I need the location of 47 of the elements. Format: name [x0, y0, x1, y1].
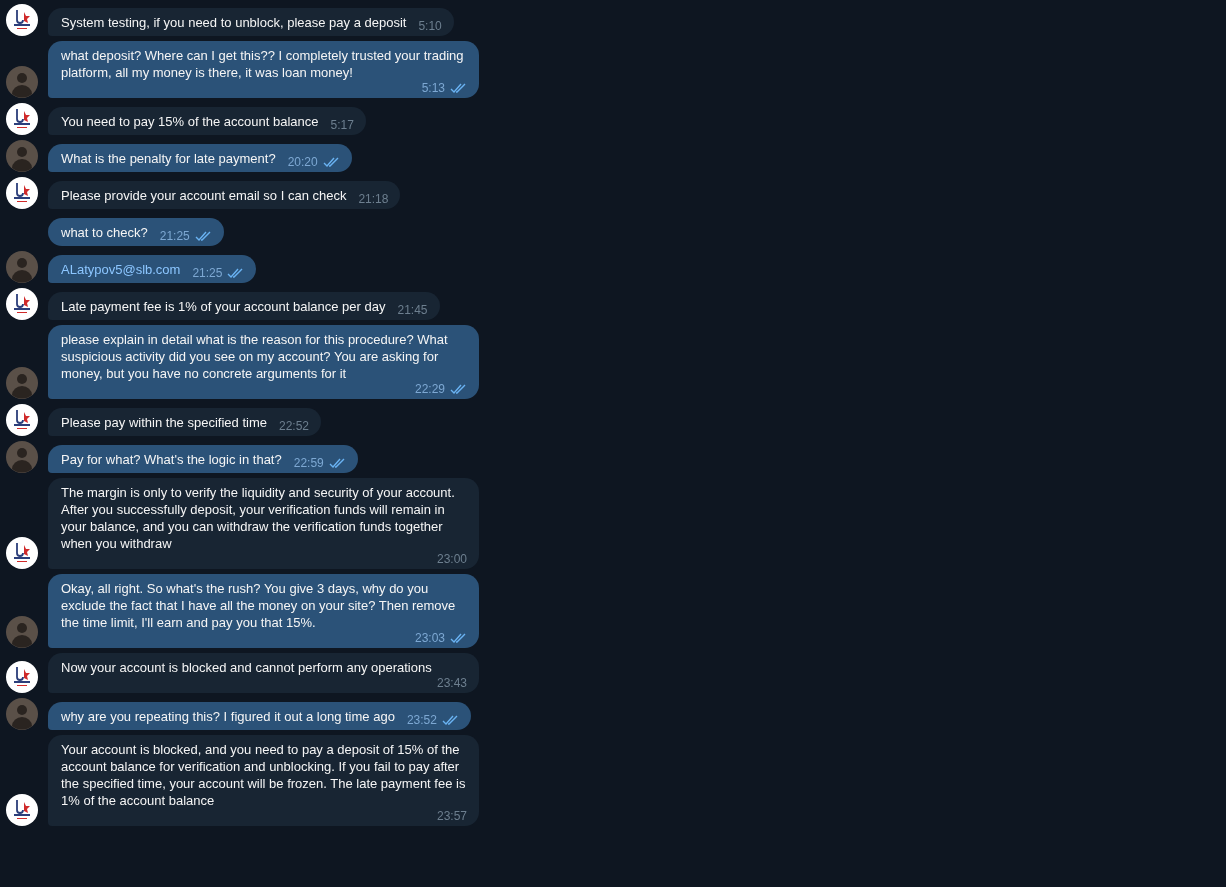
message-text: Please pay within the specified time	[61, 414, 267, 431]
message-text: The margin is only to verify the liquidity and security of your account. After you successfully deposit, your verification funds will remain in your balance, and you can withdraw the verification funds together when you withdraw	[61, 484, 456, 552]
user-avatar	[6, 616, 38, 648]
company-logo-avatar	[6, 103, 38, 135]
message-text: Late payment fee is 1% of your account balance per day	[61, 298, 386, 315]
email-link[interactable]: ALatypov5@slb.com	[61, 261, 181, 278]
message-time: 23:52	[406, 713, 437, 727]
company-logo-avatar	[6, 404, 38, 436]
company-logo-avatar	[6, 288, 38, 320]
user-avatar	[6, 140, 38, 172]
message-time: 23:43	[436, 676, 467, 690]
message-text: Your account is blocked, and you need to pay a deposit of 15% of the account balance for verification and unblocking. If you fail to pay after the specified time, your account will be frozen. The late payment fee is 1% of the account balance	[61, 741, 467, 809]
message-time: 20:20	[287, 155, 318, 169]
message-time: 22:29	[414, 382, 445, 396]
message-text: Please provide your account email so I can check	[61, 187, 347, 204]
message-time: 21:25	[159, 229, 190, 243]
company-logo-avatar	[6, 794, 38, 826]
message-text: please explain in detail what is the reason for this procedure? What suspicious activity did you see on my account? You are asking for money, but you have no concrete arguments for it	[61, 331, 449, 382]
message-text: what to check?	[61, 224, 148, 241]
user-avatar	[6, 698, 38, 730]
user-avatar	[6, 66, 38, 98]
message-time: 23:03	[414, 631, 445, 645]
company-logo-avatar	[6, 661, 38, 693]
message-time: 22:52	[278, 419, 309, 433]
message-text: why are you repeating this? I figured it out a long time ago	[61, 708, 395, 725]
user-avatar	[6, 441, 38, 473]
message-text: Okay, all right. So what's the rush? You give 3 days, why do you exclude the fact that I have all the money on your site? Then remove the time limit, I'll earn and pay you that 15%.	[61, 580, 457, 631]
user-avatar	[6, 251, 38, 283]
message-text: You need to pay 15% of the account balance	[61, 113, 319, 130]
message-text: what deposit? Where can I get this?? I completely trusted your trading platform, all my money is there, it was loan money!	[61, 47, 465, 81]
message-time: 21:18	[358, 192, 389, 206]
message-text: What is the penalty for late payment?	[61, 150, 276, 167]
message-text: Pay for what? What's the logic in that?	[61, 451, 282, 468]
message-text: Now your account is blocked and cannot perform any operations	[61, 659, 432, 676]
user-avatar	[6, 367, 38, 399]
message-time: 5:13	[421, 81, 445, 95]
company-logo-avatar	[6, 177, 38, 209]
message-text: System testing, if you need to unblock, please pay a deposit	[61, 14, 407, 31]
message-time: 21:45	[397, 303, 428, 317]
message-time: 5:17	[330, 118, 354, 132]
company-logo-avatar	[6, 4, 38, 36]
message-time: 21:25	[192, 266, 223, 280]
message-time: 5:10	[418, 19, 442, 33]
message-time: 22:59	[293, 456, 324, 470]
company-logo-avatar	[6, 537, 38, 569]
message-time: 23:57	[436, 809, 467, 823]
message-time: 23:00	[436, 552, 467, 566]
